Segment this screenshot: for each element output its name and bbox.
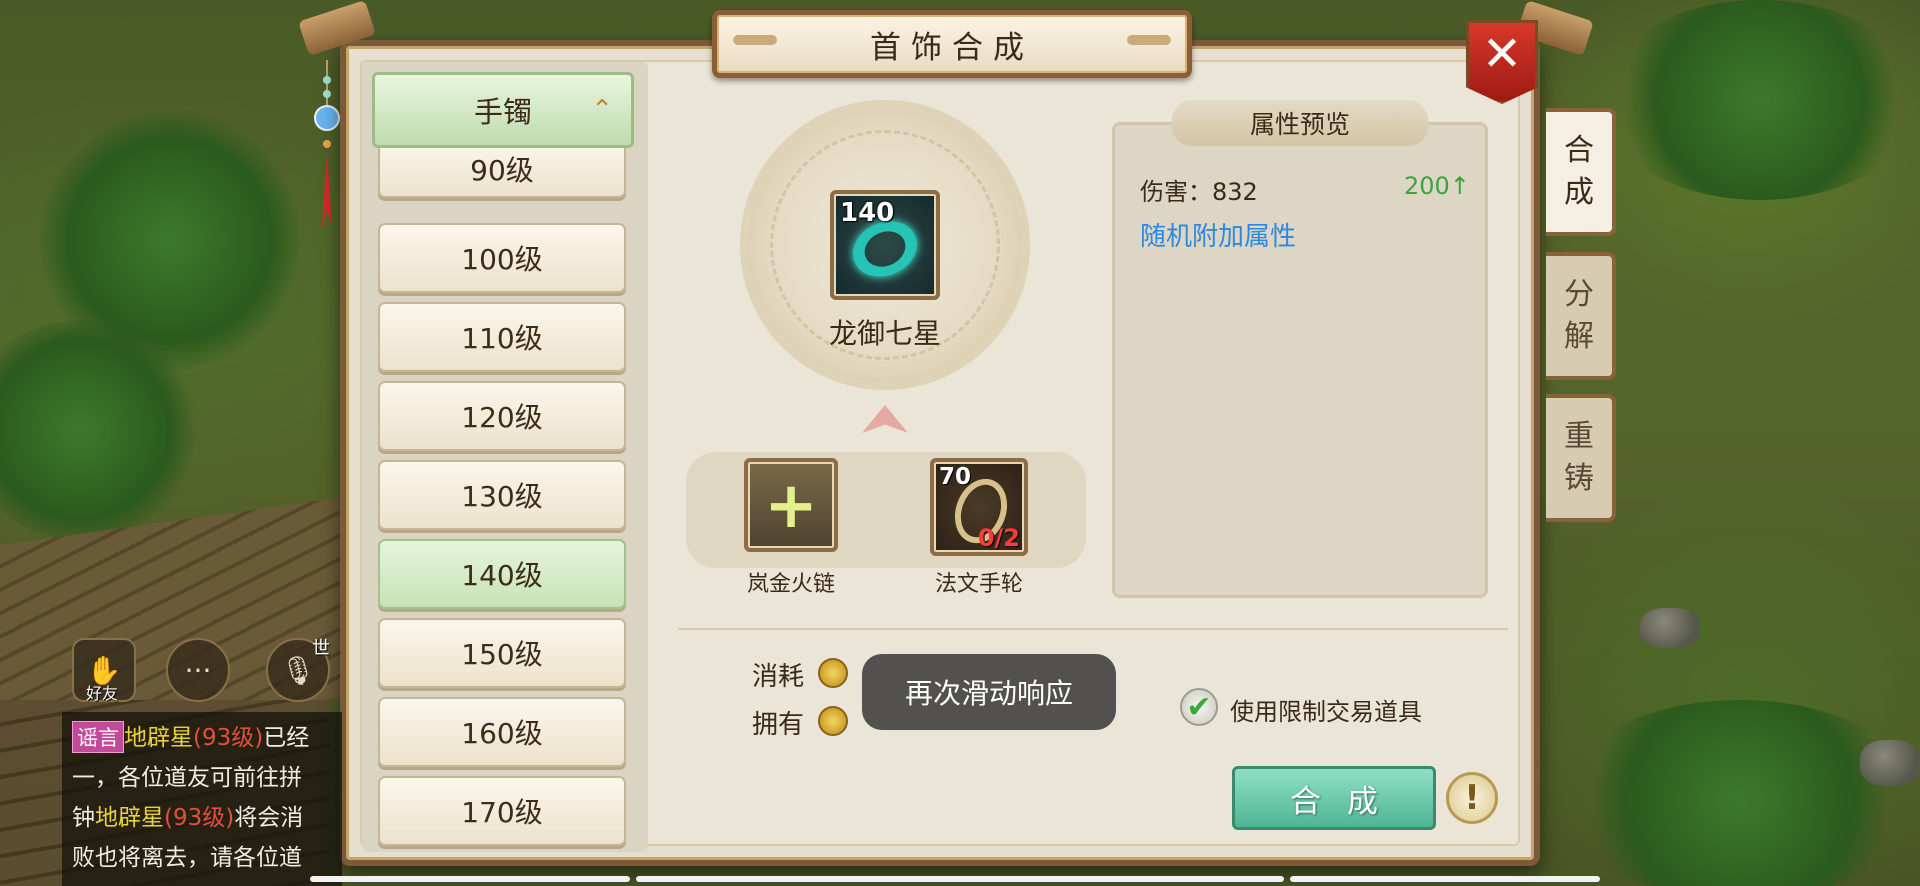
tab-label: 解 [1564,319,1594,354]
divider [678,628,1508,630]
tab-recast[interactable]: 重 铸 [1546,394,1616,522]
material-name: 法文手轮 [934,572,1023,597]
chat-player-level: (93级) [193,725,264,751]
rumor-tag: 谣言 [72,721,124,753]
tab-craft[interactable]: 合 成 [1546,108,1616,236]
random-attributes-link[interactable]: 随机附加属性 [1140,216,1296,253]
craft-button[interactable]: 合成 [1232,766,1436,830]
checkmark-icon: ✔ [1186,689,1212,725]
damage-increase: 200↑ [1404,172,1470,200]
rock [1860,740,1920,786]
pendant-decoration [314,60,340,228]
toast-message: 再次滑动响应 [862,654,1116,730]
chat-text: 已经 [263,725,310,751]
level-button[interactable]: 160级 [378,697,626,767]
gesture-bar [636,876,1284,882]
palm-tree [1560,700,1920,886]
material-name: 岚金火链 [746,572,835,597]
target-item-level: 140 [840,198,895,228]
chat-button[interactable]: ··· [166,638,230,702]
tab-label: 铸 [1564,461,1594,496]
chat-text: 将会消 [234,805,304,831]
level-button[interactable]: 150级 [378,618,626,688]
exclamation-icon: ! [1464,778,1480,818]
world-channel-label: 世 [312,638,330,659]
category-header-bracelet[interactable]: 手镯 ⌃ [372,72,634,148]
level-button[interactable]: 170级 [378,776,626,846]
microphone-icon: 🎙 [280,653,316,687]
friends-label: 好友 [86,684,119,703]
restricted-items-label: 使用限制交易道具 [1230,698,1422,726]
target-item-name: 龙御七星 [828,317,941,350]
own-label: 拥有 [752,710,805,740]
chat-player-name[interactable]: 地辟星 [124,725,193,751]
level-button[interactable]: 120级 [378,381,626,451]
chevron-up-icon: ⌃ [591,95,613,125]
material-level: 70 [939,464,972,490]
chat-player-level: (93级) [164,805,235,831]
tab-label: 重 [1564,419,1594,454]
material-count: 0/2 [977,524,1020,552]
chat-line: 谣言 地辟星(93级)已经 [72,718,309,753]
level-button[interactable]: 90级 [378,140,626,198]
damage-stat: 伤害：832 [1140,178,1258,206]
tab-label: 成 [1564,175,1594,210]
title-ornament [733,35,777,45]
level-button[interactable]: 140级 [378,539,626,609]
coin-icon [818,706,848,736]
attribute-preview-title: 属性预览 [1172,100,1428,146]
dialog-title-plate: 首饰合成 [712,10,1192,78]
level-button[interactable]: 130级 [378,460,626,530]
palm-tree [1600,0,1920,200]
chat-player-name[interactable]: 地辟星 [95,805,164,831]
material-slot-add[interactable]: + [744,458,838,552]
gesture-bar [1290,876,1600,882]
chat-line: 钟地辟星(93级)将会消 [72,798,303,832]
category-label: 手镯 [473,95,532,129]
dialog-title: 首饰合成 [870,29,1034,66]
level-button[interactable]: 100级 [378,223,626,293]
title-ornament [1127,35,1171,45]
close-icon: ✕ [1481,26,1523,82]
coin-icon [818,658,848,688]
chat-bubble-icon: ··· [184,653,212,687]
consume-label: 消耗 [752,662,805,692]
tab-label: 分 [1564,277,1594,312]
tab-label: 合 [1564,133,1594,168]
chat-line: 败也将离去，请各位道 [72,845,302,871]
level-button[interactable]: 110级 [378,302,626,372]
close-button[interactable]: ✕ [1466,20,1538,104]
rock [1640,608,1700,648]
chat-line: 一，各位道友可前往拼 [72,765,302,791]
material-slot[interactable]: 70 0/2 [930,458,1028,556]
chat-panel[interactable]: 谣言 地辟星(93级)已经 一，各位道友可前往拼 钟地辟星(93级)将会消 败也将… [62,712,342,886]
tab-decompose[interactable]: 分 解 [1546,252,1616,380]
plus-icon: + [764,469,818,543]
chat-text: 钟 [72,805,95,831]
target-item-slot[interactable]: 140 [830,190,940,300]
info-button[interactable]: ! [1446,772,1498,824]
checkbox-restricted-items[interactable]: ✔ [1180,688,1218,726]
gesture-bar [310,876,630,882]
